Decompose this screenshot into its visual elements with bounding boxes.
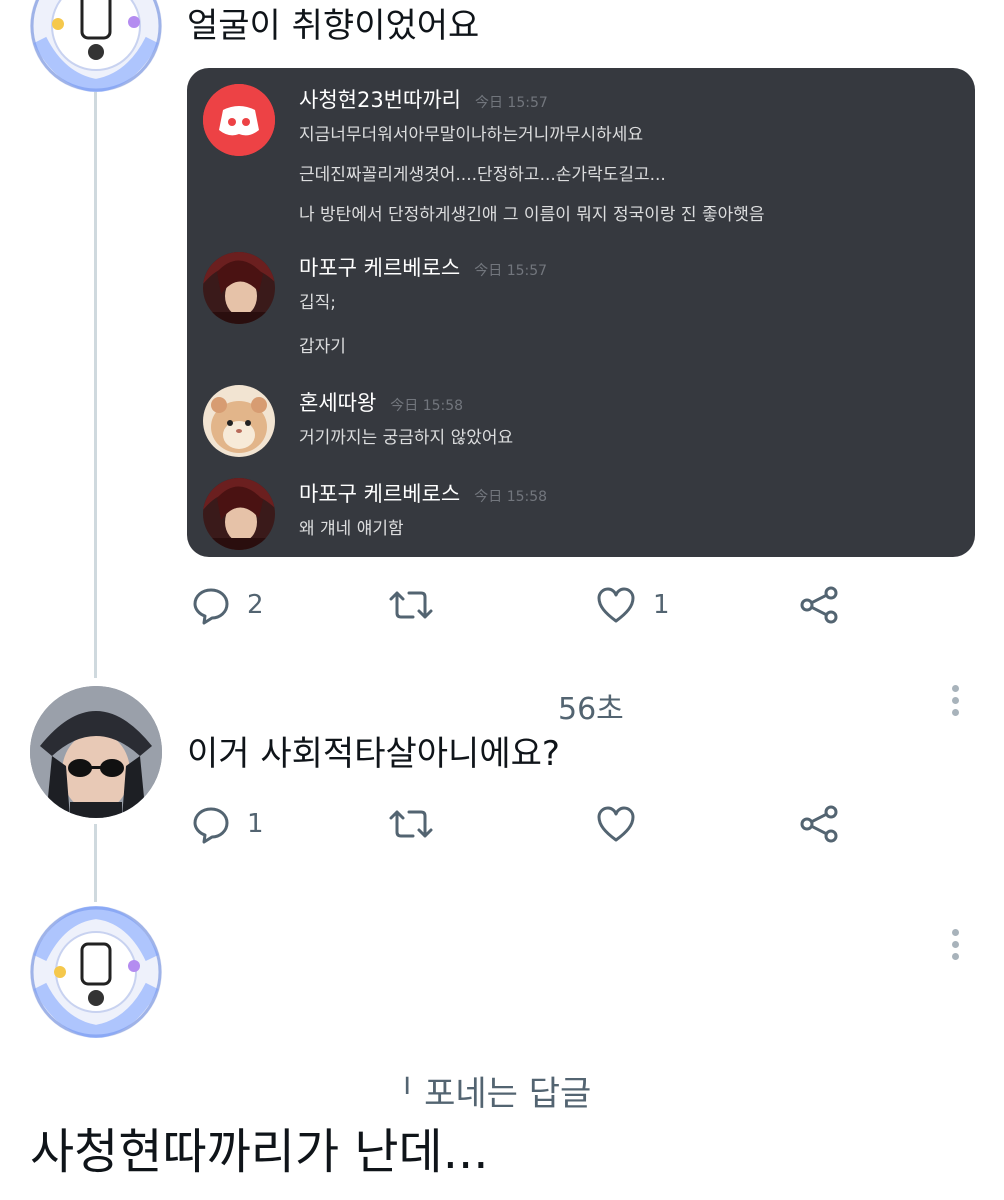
thread-line bbox=[94, 92, 97, 678]
discord-timestamp: 今日 15:57 bbox=[474, 263, 548, 279]
retweet-icon bbox=[389, 591, 433, 619]
avatar[interactable] bbox=[30, 906, 162, 1038]
share-icon bbox=[800, 586, 838, 624]
bottom-caption: 사청현따까리가 난데... bbox=[30, 1124, 489, 1180]
avatar[interactable] bbox=[30, 686, 162, 818]
anime-character-sunglasses-avatar-icon bbox=[30, 686, 162, 818]
hamster-avatar-icon bbox=[203, 385, 275, 457]
heart-icon bbox=[597, 806, 635, 842]
discord-timestamp: 今日 15:57 bbox=[474, 95, 548, 111]
discord-logo-icon bbox=[203, 84, 275, 156]
tweet-actions: 1 bbox=[187, 804, 847, 848]
discord-message-line: 왜 걔네 얘기함 bbox=[299, 519, 404, 539]
more-options-button[interactable] bbox=[950, 929, 960, 965]
discord-avatar bbox=[203, 252, 275, 324]
discord-screenshot[interactable]: 사청현23번따까리 今日 15:57 지금너무더워서아무말이나하는거니까무시하세… bbox=[187, 68, 975, 557]
circular-sticker-avatar-icon bbox=[30, 0, 162, 92]
retweet-button[interactable] bbox=[387, 804, 451, 844]
tweet-actions: 2 1 bbox=[187, 585, 847, 629]
discord-message-line: 나 방탄에서 단정하게생긴애 그 이름이 뭐지 정국이랑 진 좋아햇음 bbox=[299, 205, 765, 225]
discord-avatar bbox=[203, 385, 275, 457]
anime-character-avatar-icon bbox=[203, 478, 275, 550]
reply-icon bbox=[193, 807, 229, 844]
reply-icon bbox=[193, 588, 229, 625]
reply-button[interactable]: 2 bbox=[191, 585, 264, 625]
more-options-button[interactable] bbox=[950, 685, 960, 721]
discord-timestamp: 今日 15:58 bbox=[474, 489, 548, 505]
share-button[interactable] bbox=[797, 585, 841, 625]
discord-message-line: 근데진짜꼴리게생겻어....단정하고...손가락도길고... bbox=[299, 165, 666, 185]
discord-username: 혼세따왕 bbox=[299, 391, 377, 415]
thread-line bbox=[94, 824, 97, 902]
overlay-caption: ᅵ 포네는 답글 bbox=[382, 1074, 592, 1114]
tweet-timestamp: 56초 bbox=[558, 692, 624, 727]
discord-timestamp: 今日 15:58 bbox=[390, 398, 464, 414]
heart-icon bbox=[597, 587, 635, 623]
discord-username: 사청현23번따까리 bbox=[299, 88, 461, 112]
discord-message-line: 거기까지는 궁금하지 않았어요 bbox=[299, 428, 514, 448]
tweet-text: 얼굴이 취향이었어요 bbox=[187, 6, 480, 46]
reply-button[interactable]: 1 bbox=[191, 804, 264, 844]
more-dots-icon bbox=[951, 685, 959, 692]
discord-username: 마포구 케르베로스 bbox=[299, 482, 461, 506]
avatar[interactable] bbox=[30, 0, 162, 92]
discord-avatar bbox=[203, 478, 275, 550]
tweet-text: 이거 사회적타살아니에요? bbox=[187, 734, 560, 774]
discord-message-line: 깁직; bbox=[299, 293, 337, 313]
discord-username: 마포구 케르베로스 bbox=[299, 256, 461, 280]
more-dots-icon bbox=[951, 929, 959, 936]
like-button[interactable] bbox=[595, 804, 653, 844]
anime-character-avatar-icon bbox=[203, 252, 275, 324]
retweet-icon bbox=[389, 810, 433, 838]
share-icon bbox=[800, 805, 838, 843]
retweet-button[interactable] bbox=[387, 585, 451, 625]
like-button[interactable]: 1 bbox=[595, 585, 670, 625]
share-button[interactable] bbox=[797, 804, 841, 844]
discord-message-line: 지금너무더워서아무말이나하는거니까무시하세요 bbox=[299, 125, 644, 145]
discord-avatar bbox=[203, 84, 275, 156]
reply-count: 2 bbox=[247, 590, 264, 620]
reply-count: 1 bbox=[247, 809, 264, 839]
discord-message-line: 갑자기 bbox=[299, 337, 346, 357]
circular-sticker-avatar-icon bbox=[30, 906, 162, 1038]
like-count: 1 bbox=[653, 590, 670, 620]
